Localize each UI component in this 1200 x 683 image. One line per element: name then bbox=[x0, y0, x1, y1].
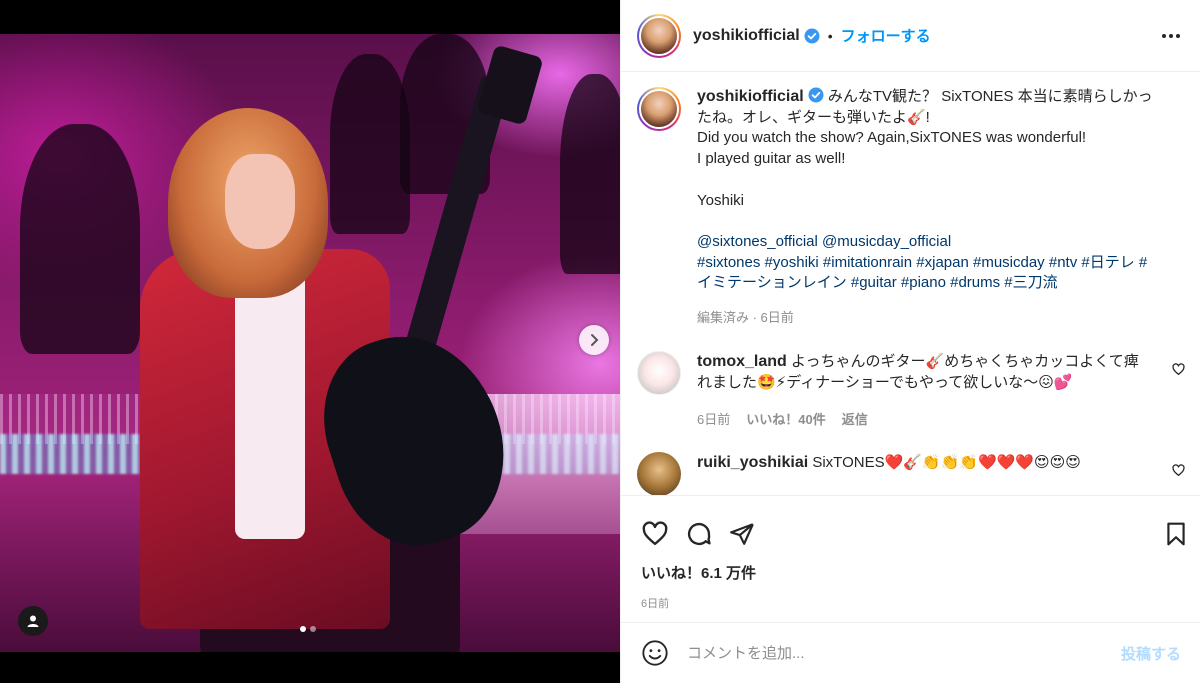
add-comment-bar: 投稿する bbox=[621, 622, 1200, 683]
comment-like-heart-icon[interactable] bbox=[1172, 463, 1185, 482]
carousel-dot bbox=[310, 626, 316, 632]
share-icon bbox=[730, 523, 754, 545]
post-actions-section: いいね！6.1 万件 6日前 bbox=[621, 495, 1200, 611]
comment-item: tomox_land よっちゃんのギター🎸めちゃくちゃカッコよくて痺れました🤩⚡… bbox=[637, 350, 1185, 430]
comment-like-heart-icon[interactable] bbox=[1172, 362, 1185, 381]
comment-likes[interactable]: いいね！40件 bbox=[746, 409, 825, 430]
caption-avatar[interactable] bbox=[637, 87, 681, 131]
comment-meta: 6日前 いいね！40件 返信 bbox=[697, 409, 1147, 430]
guitar-headstock bbox=[476, 44, 544, 126]
like-button[interactable] bbox=[641, 520, 669, 548]
caption-username[interactable]: yoshikiofficial bbox=[697, 88, 804, 105]
comment-body: ruiki_yoshikiai SixTONES❤️🎸👏👏👏❤️❤️❤️😍😍😍 bbox=[697, 452, 1147, 495]
author-username[interactable]: yoshikiofficial bbox=[693, 27, 800, 45]
performer-shirt bbox=[235, 259, 305, 539]
carousel-dot-active bbox=[300, 626, 306, 632]
action-bar bbox=[621, 496, 1200, 560]
verified-badge-icon bbox=[804, 28, 820, 44]
caption-meta: 編集済み · 6日前 bbox=[697, 310, 794, 325]
emoji-icon bbox=[642, 640, 668, 666]
caption-text-en-1: Did you watch the show? Again,SixTONES w… bbox=[697, 129, 1087, 147]
follow-button[interactable]: フォローする bbox=[841, 25, 931, 46]
comment-item: ruiki_yoshikiai SixTONES❤️🎸👏👏👏❤️❤️❤️😍😍😍 bbox=[637, 451, 1185, 495]
commenter-avatar[interactable] bbox=[637, 451, 681, 495]
avatar-image bbox=[639, 15, 679, 56]
post-comment-button[interactable]: 投稿する bbox=[1121, 643, 1181, 664]
comments-section[interactable]: yoshikiofficial みんなTV観た？ SixTONES 本当に素晴ら… bbox=[621, 73, 1200, 495]
heart-icon bbox=[642, 521, 668, 546]
performer-face bbox=[225, 154, 295, 249]
caption-body: yoshikiofficial みんなTV観た？ SixTONES 本当に素晴ら… bbox=[697, 87, 1157, 329]
audience-silhouette bbox=[20, 124, 140, 354]
emoji-button[interactable] bbox=[641, 639, 669, 667]
share-button[interactable] bbox=[729, 521, 755, 547]
likes-count[interactable]: いいね！6.1 万件 bbox=[621, 560, 1200, 585]
commenter-username[interactable]: ruiki_yoshikiai bbox=[697, 454, 808, 471]
comment-input[interactable] bbox=[687, 644, 1087, 662]
more-options-icon[interactable] bbox=[1158, 26, 1184, 46]
next-slide-button[interactable] bbox=[579, 325, 609, 355]
reply-button[interactable]: 返信 bbox=[842, 409, 868, 430]
caption-signature: Yoshiki bbox=[697, 191, 744, 209]
audience-silhouette bbox=[330, 54, 410, 234]
author-avatar[interactable] bbox=[637, 13, 681, 58]
post-date[interactable]: 6日前 bbox=[621, 585, 1200, 611]
caption-text-en-2: I played guitar as well! bbox=[697, 150, 846, 168]
post-details-pane: yoshikiofficial • フォローする yoshikiofficial… bbox=[620, 0, 1200, 683]
comment-icon bbox=[687, 522, 711, 546]
separator: • bbox=[827, 27, 833, 44]
chevron-right-icon bbox=[591, 334, 599, 346]
bookmark-icon bbox=[1167, 522, 1185, 546]
verified-badge-icon bbox=[808, 87, 824, 103]
comment-body: tomox_land よっちゃんのギター🎸めちゃくちゃカッコよくて痺れました🤩⚡… bbox=[697, 351, 1147, 430]
comment-button[interactable] bbox=[685, 520, 713, 548]
post-media[interactable] bbox=[0, 0, 620, 683]
audience-silhouette bbox=[560, 74, 620, 274]
comment-time[interactable]: 6日前 bbox=[697, 409, 730, 430]
avatar-image bbox=[639, 89, 679, 129]
caption-hashtags[interactable]: #sixtones #yoshiki #imitationrain #xjapa… bbox=[697, 253, 1157, 294]
post-caption: yoshikiofficial みんなTV観た？ SixTONES 本当に素晴ら… bbox=[637, 87, 1185, 329]
commenter-username[interactable]: tomox_land bbox=[697, 353, 787, 370]
tag-user-icon bbox=[27, 615, 39, 627]
tagged-users-button[interactable] bbox=[18, 606, 48, 636]
caption-mentions[interactable]: @sixtones_official @musicday_official bbox=[697, 232, 1157, 253]
save-button[interactable] bbox=[1163, 521, 1189, 547]
comment-text: SixTONES❤️🎸👏👏👏❤️❤️❤️😍😍😍 bbox=[812, 453, 1081, 471]
post-photo bbox=[0, 34, 620, 652]
carousel-dots bbox=[300, 626, 316, 632]
commenter-avatar[interactable] bbox=[637, 350, 681, 395]
post-header: yoshikiofficial • フォローする bbox=[621, 0, 1200, 72]
